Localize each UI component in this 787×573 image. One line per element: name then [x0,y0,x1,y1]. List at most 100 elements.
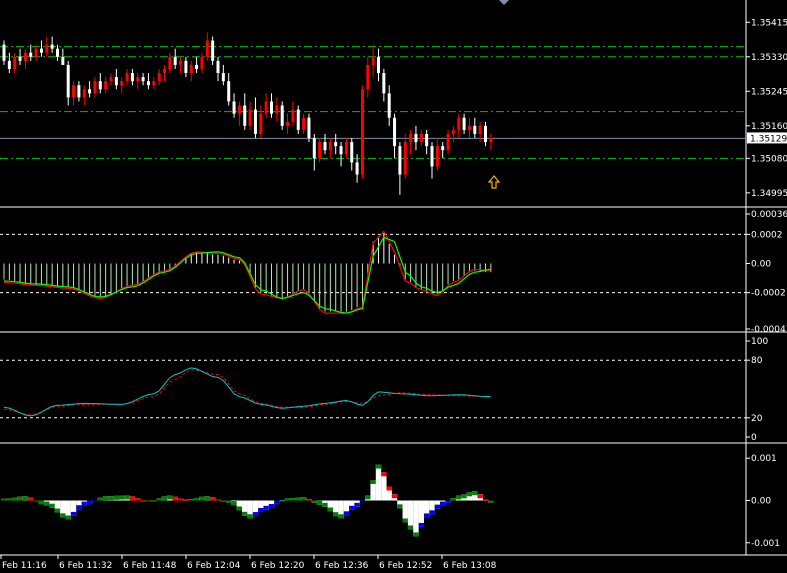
time-axis-label: 6 Feb 12:52 [379,561,432,571]
candle-body [39,48,43,53]
candle-body [473,125,477,134]
candle-body [280,105,284,126]
candle-body [248,109,252,126]
ao-bar-cap [440,501,446,506]
time-axis-label: 6 Feb 11:48 [123,561,177,571]
candle-body [120,81,124,86]
macd-axis-label: 0.0002 [751,230,783,240]
ao-bar-cap [306,499,312,501]
ao-bar-cap [311,500,317,503]
candle-body [275,105,279,114]
time-axis-label: 6 Feb 13:08 [443,561,497,571]
ao-bar-cap [1,498,7,501]
candle-body [61,56,65,65]
candle-body [457,117,461,130]
candle-body [291,109,295,122]
ao-bar-cap [17,496,23,501]
ao-bar-cap [226,500,232,503]
candle-body [88,89,92,94]
ao-bar-cap [54,508,61,513]
ao-bar-cap [151,500,157,502]
trading-chart[interactable]: 1.35415 1.35330 1.35245 1.35160 1.35080 1.349… [0,0,787,573]
ao-bar-cap [300,497,307,501]
candle-body [355,162,359,175]
ao-bar-cap [183,499,189,501]
candle-body [173,56,177,65]
ao-bar-cap [135,498,141,501]
candle-body [232,101,236,114]
ao-bar-cap [76,505,82,510]
candle-body [130,73,134,82]
ao-bar-cap [258,507,264,512]
ao-bar-cap [274,500,280,505]
candle-body [259,113,263,134]
candle-body [179,60,183,65]
candle-body [366,64,370,90]
candle-body [286,121,290,126]
candle-body [34,48,38,57]
ao-bar-cap [482,499,489,501]
candle-body [23,52,27,61]
candle-body [104,81,108,90]
candle-body [114,77,118,86]
candle-body [382,73,386,94]
ao-bar-cap [145,500,152,502]
price-axis-label: 1.35415 [751,18,787,28]
candle-body [168,56,172,69]
candle-body [419,133,423,143]
candle-body [50,44,54,49]
ao-bar-cap [381,472,387,477]
candle-body [211,40,215,61]
ao-bar-cap [44,501,50,506]
ao-bar-cap [102,496,109,501]
ao-bar-cap [316,500,323,505]
ao-bar-cap [284,498,291,501]
ao-bar-cap [407,525,414,530]
candle-body [205,40,209,57]
ao-bar-cap [450,498,457,501]
candle-body [98,81,102,90]
price-axis-label: 1.35330 [751,53,787,63]
ao-bar-cap [413,532,419,537]
candle-body [45,44,49,53]
ao-bar-cap [359,500,366,502]
candle-body [189,64,193,74]
candle-body [323,142,327,151]
candle-body [221,73,225,82]
ao-bar-cap [375,464,382,469]
ao-bar-cap [172,496,178,501]
candle-body [253,109,257,134]
ao-axis-label: -0.001 [751,539,780,549]
ao-bar-cap [113,495,120,500]
candle-body [163,68,166,74]
candle-body [270,101,273,114]
candle-body [195,64,199,69]
ao-bar-cap [434,504,441,509]
candle-body [152,81,156,86]
price-tag-label: 1.35129 [750,134,787,144]
candle-body [328,142,332,151]
candle-body [77,85,81,98]
macd-axis-label: 0.000367 [751,210,787,220]
candle-body [157,73,161,82]
ao-bar-cap [365,495,371,500]
ao-bar-cap [445,500,451,503]
candle-body [2,44,6,61]
candle-body [409,133,413,143]
ao-bar-cap [456,495,462,500]
time-axis-label: 6 Feb 12:36 [315,561,369,571]
ao-bar-cap [349,505,355,510]
candle-body [56,48,59,57]
macd-axis-label: -0.00047 [751,325,787,335]
ao-bar-cap [81,501,87,506]
time-axis-label: Feb 11:16 [2,561,47,571]
price-axis-label: 1.35160 [751,122,787,132]
ao-bar-cap [70,511,77,516]
current-price-tag: 1.35129 [747,132,787,144]
ao-bar-cap [33,500,39,502]
ao-bar-cap [161,496,168,501]
ao-bar-cap [22,496,29,501]
candle-body [146,81,150,86]
price-axis-label: 1.35245 [751,87,787,97]
candle-body [200,56,204,69]
